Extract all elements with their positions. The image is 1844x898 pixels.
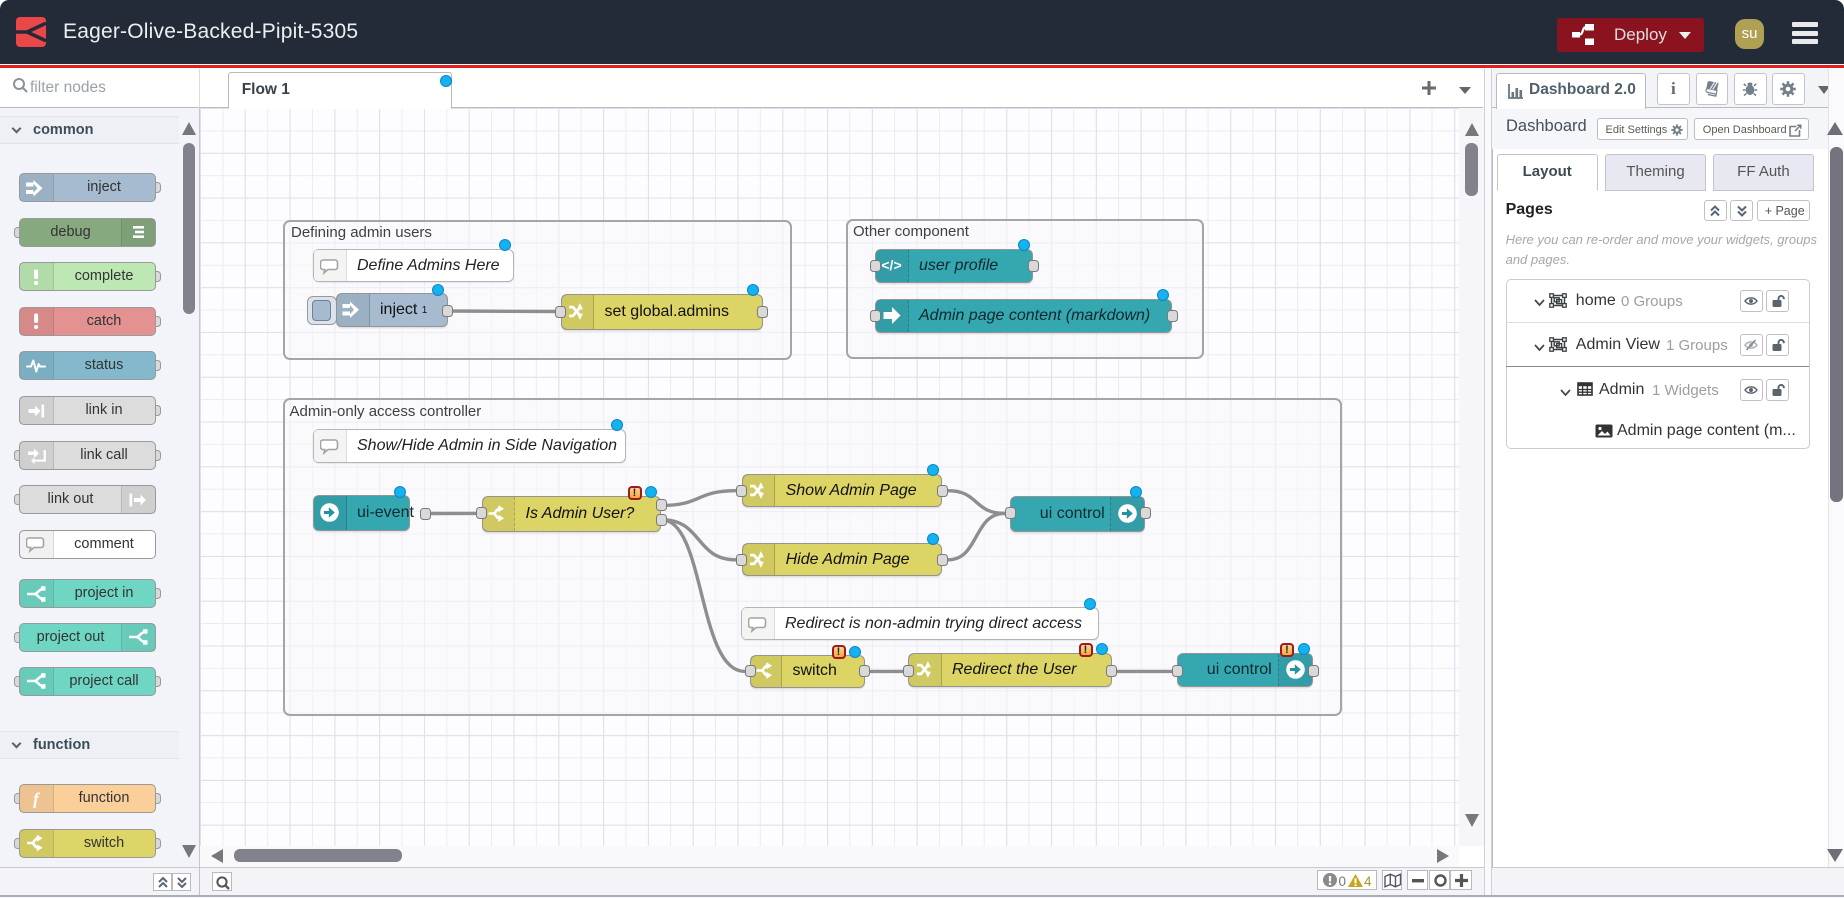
svg-text:i: i: [1671, 81, 1676, 97]
svg-text:f: f: [33, 789, 41, 808]
svg-text:</>: </>: [881, 257, 901, 273]
